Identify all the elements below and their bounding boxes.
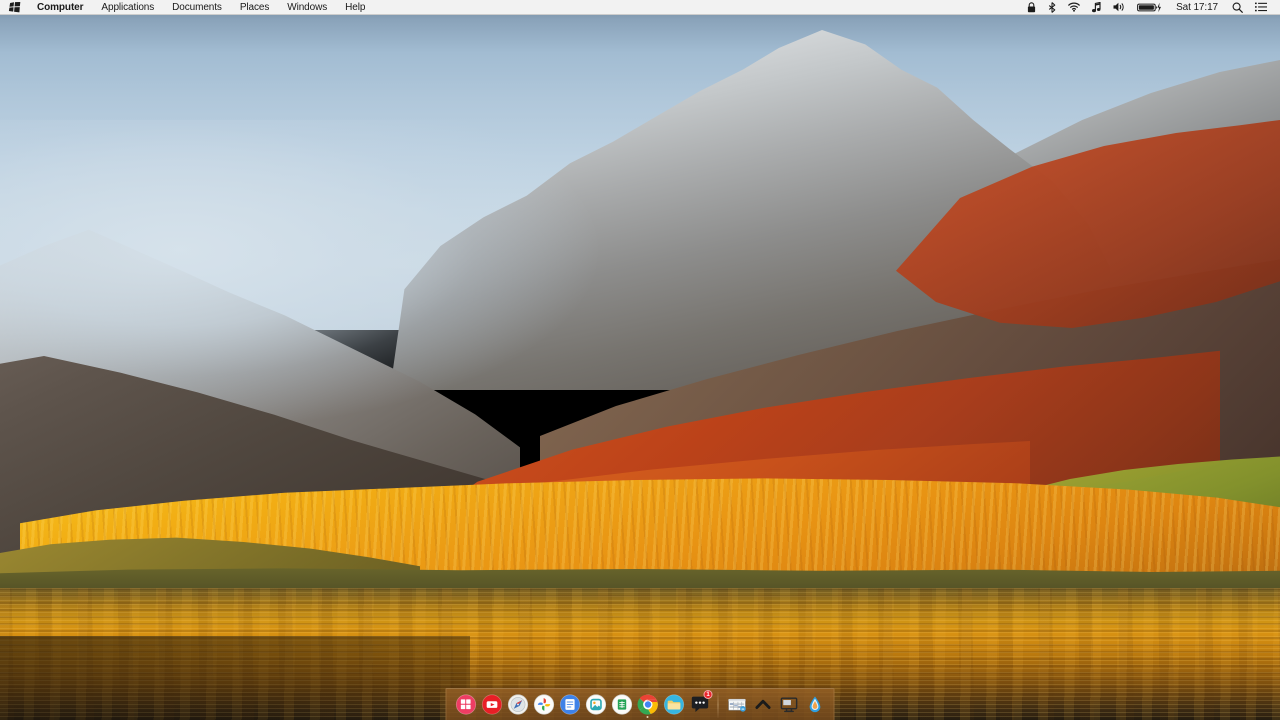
dock: 1 <box>445 688 835 720</box>
dock-app-group: 1 <box>453 689 713 719</box>
menu-places[interactable]: Places <box>231 0 278 14</box>
menu-bar-status-area: Sat 17:17 <box>1021 0 1280 14</box>
dock-item-youtube[interactable] <box>480 691 504 719</box>
messages-badge: 1 <box>703 689 713 699</box>
menu-computer[interactable]: Computer <box>28 0 92 14</box>
menu-documents-label: Documents <box>172 1 222 13</box>
chevron-up-icon <box>754 699 771 709</box>
running-indicator <box>646 715 649 718</box>
notification-center-icon[interactable] <box>1249 0 1273 14</box>
dock-item-docs[interactable] <box>558 691 582 719</box>
wallpaper-lake-shadow <box>0 636 470 720</box>
volume-icon[interactable] <box>1107 0 1131 14</box>
blue-folder-icon <box>663 694 684 715</box>
desktop-wallpaper <box>0 0 1280 720</box>
dock-item-water-drop[interactable] <box>803 691 827 719</box>
menu-places-label: Places <box>239 1 270 13</box>
dock-item-chrome[interactable] <box>636 691 660 719</box>
desktop-screen: Computer Applications Documents Places W… <box>0 0 1280 720</box>
bluetooth-icon[interactable] <box>1042 0 1062 14</box>
music-note-icon[interactable] <box>1086 0 1107 14</box>
water-drop-icon <box>809 696 820 713</box>
menu-windows[interactable]: Windows <box>278 0 336 14</box>
spotlight-search-icon[interactable] <box>1226 0 1249 14</box>
menu-computer-label: Computer <box>37 1 84 13</box>
dock-item-display[interactable] <box>777 691 801 719</box>
green-sheet-icon <box>611 694 632 715</box>
menu-windows-label: Windows <box>287 1 328 13</box>
dock-item-files[interactable] <box>662 691 686 719</box>
dock-item-sheets[interactable] <box>610 691 634 719</box>
dock-item-compass[interactable] <box>506 691 530 719</box>
teal-photo-icon <box>585 694 606 715</box>
dock-item-gallery[interactable] <box>584 691 608 719</box>
menu-applications-label: Applications <box>101 1 155 13</box>
menu-bar: Computer Applications Documents Places W… <box>0 0 1280 15</box>
dock-separator <box>717 691 719 718</box>
windows-start-icon <box>455 694 476 715</box>
window-thumbnail-icon <box>727 698 746 712</box>
battery-icon[interactable] <box>1131 0 1168 14</box>
wifi-icon[interactable] <box>1062 0 1086 14</box>
youtube-icon <box>481 694 502 715</box>
pinwheel-icon <box>533 694 554 715</box>
menu-bar-left: Computer Applications Documents Places W… <box>0 0 374 14</box>
menu-help[interactable]: Help <box>336 0 374 14</box>
dock-item-show-desktop[interactable] <box>751 691 775 719</box>
dock-item-messages[interactable]: 1 <box>688 689 713 719</box>
chrome-icon <box>637 694 658 715</box>
dock-item-minimized-window[interactable] <box>725 691 749 719</box>
blue-document-icon <box>559 694 580 715</box>
compass-icon <box>507 694 528 715</box>
windows-flag-logo-icon[interactable] <box>0 1 28 13</box>
monitor-icon <box>780 697 797 713</box>
menu-help-label: Help <box>345 1 366 13</box>
dock-item-photos[interactable] <box>532 691 556 719</box>
menu-documents[interactable]: Documents <box>163 0 231 14</box>
menu-applications[interactable]: Applications <box>92 0 163 14</box>
dock-tray-group <box>724 691 828 719</box>
dock-item-start-menu[interactable] <box>454 691 478 719</box>
lock-icon[interactable] <box>1021 0 1042 14</box>
menu-bar-clock[interactable]: Sat 17:17 <box>1168 2 1226 13</box>
